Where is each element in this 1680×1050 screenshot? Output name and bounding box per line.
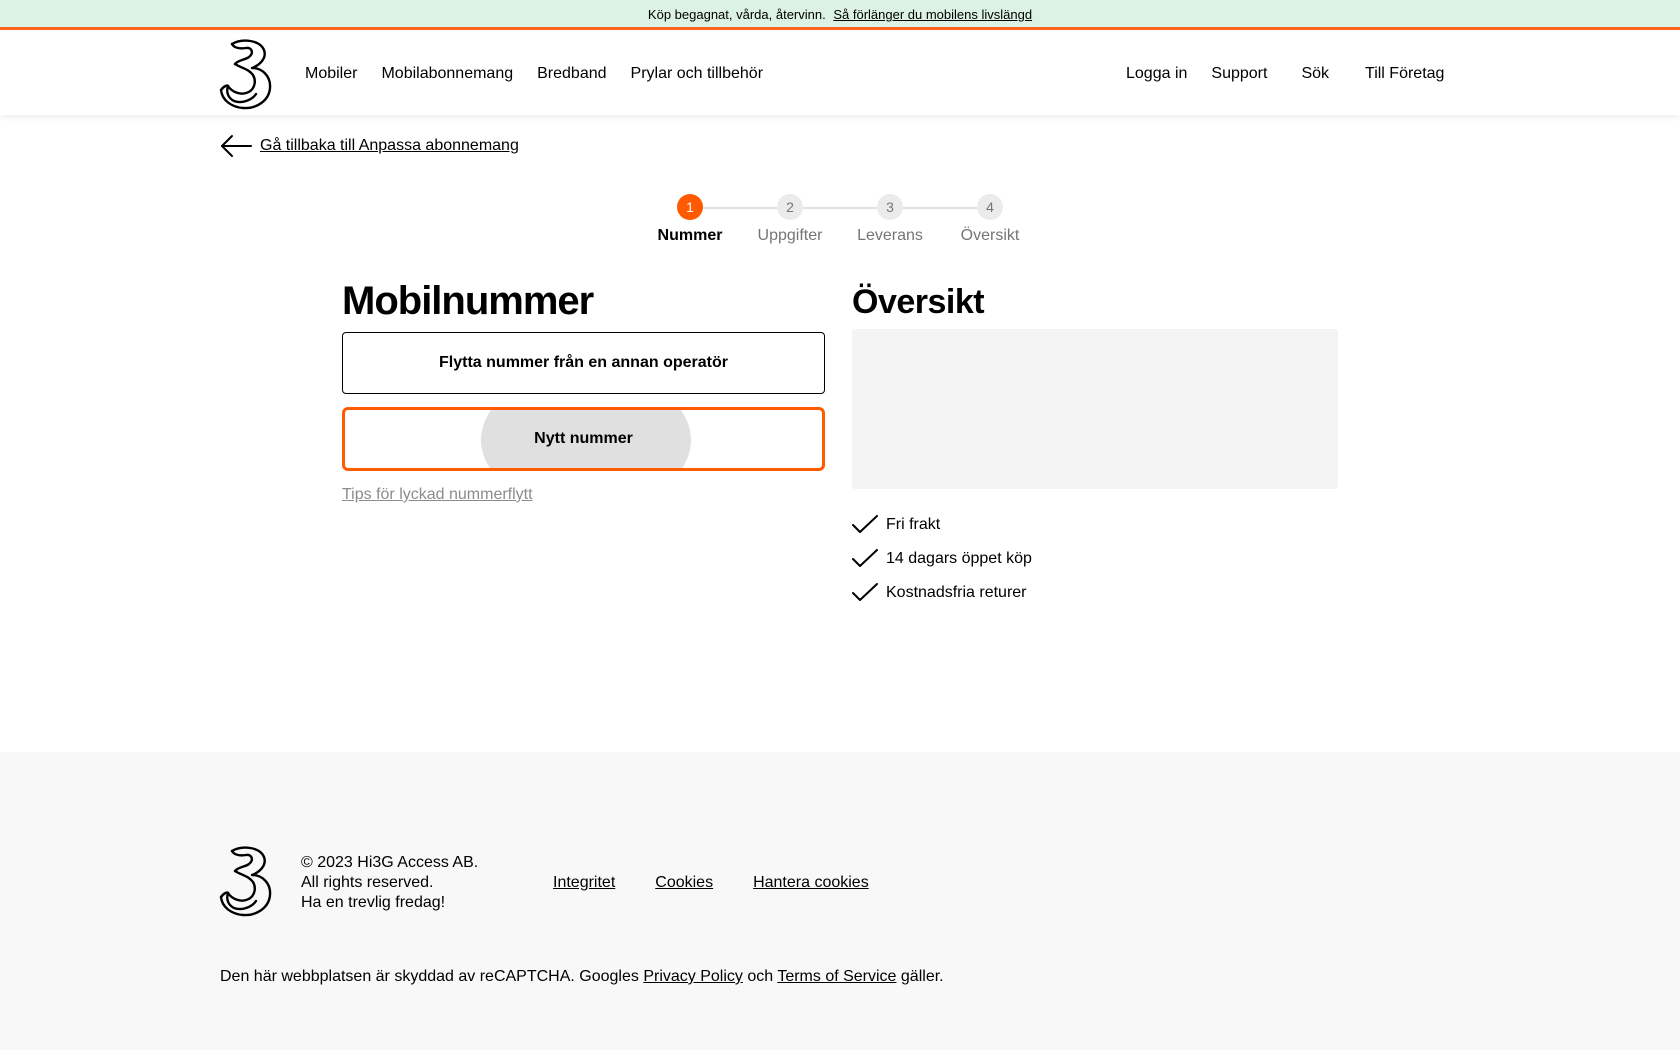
terms-of-service-link[interactable]: Terms of Service (777, 968, 896, 985)
nav-item-logga-in[interactable]: Logga in (1126, 65, 1187, 83)
number-section-title: Mobilnummer (342, 279, 594, 323)
number-section: Mobilnummer Flytta nummer från en annan … (342, 276, 825, 503)
footer-links: Integritet Cookies Hantera cookies (553, 874, 869, 892)
move-number-button[interactable]: Flytta nummer från en annan operatör (342, 332, 825, 394)
copyright-line: © 2023 Hi3G Access AB. (301, 854, 479, 871)
new-number-button[interactable]: Nytt nummer (342, 407, 825, 471)
benefit-item: 14 dagars öppet köp (852, 542, 1032, 576)
tips-link[interactable]: Tips för lyckad nummerflytt (342, 486, 533, 504)
footer-link-cookies[interactable]: Cookies (655, 874, 713, 892)
step-uppgifter: 2 Uppgifter (740, 194, 840, 245)
overview-summary-box (852, 329, 1338, 489)
recaptcha-notice: Den här webbplatsen är skyddad av reCAPT… (220, 968, 944, 986)
site-footer: © 2023 Hi3G Access AB. All rights reserv… (0, 752, 1680, 1050)
benefit-label: Kostnadsfria returer (886, 584, 1027, 601)
recaptcha-and: och (747, 968, 774, 985)
three-logo-icon[interactable] (218, 845, 276, 917)
privacy-policy-link[interactable]: Privacy Policy (643, 968, 743, 985)
benefit-item: Fri frakt (852, 508, 1032, 542)
checkmark-icon (852, 515, 878, 533)
step-oversikt: 4 Översikt (940, 194, 1040, 245)
nav-item-mobilabonnemang[interactable]: Mobilabonnemang (381, 65, 513, 83)
back-link[interactable]: Gå tillbaka till Anpassa abonnemang (220, 134, 519, 158)
copyright: © 2023 Hi3G Access AB. All rights reserv… (301, 853, 478, 913)
step-number: 4 (977, 194, 1003, 220)
recaptcha-prefix: Den här webbplatsen är skyddad av reCAPT… (220, 968, 639, 985)
overview-title: Översikt (852, 283, 985, 321)
footer-link-integritet[interactable]: Integritet (553, 874, 615, 892)
footer-link-hantera-cookies[interactable]: Hantera cookies (753, 874, 869, 892)
step-number: 1 (677, 194, 703, 220)
step-label: Översikt (960, 227, 1020, 244)
arrow-left-icon (221, 135, 252, 157)
recaptcha-suffix: gäller. (900, 968, 944, 985)
step-label: Nummer (657, 227, 723, 244)
benefit-label: 14 dagars öppet köp (886, 550, 1032, 567)
overview-section: Översikt Fri frakt 14 dagars öppet köp K… (852, 282, 1338, 601)
main-nav: Mobiler Mobilabonnemang Bredband Prylar … (305, 33, 763, 115)
step-nummer: 1 Nummer (640, 194, 740, 245)
checkmark-icon (852, 583, 878, 601)
nav-item-prylar[interactable]: Prylar och tillbehör (631, 65, 764, 83)
back-link-label: Gå tillbaka till Anpassa abonnemang (260, 137, 519, 154)
promo-bar: Köp begagnat, vårda, återvinn. Så förlän… (0, 0, 1680, 30)
step-leverans: 3 Leverans (840, 194, 940, 245)
new-number-label: Nytt nummer (534, 430, 633, 447)
step-number: 3 (877, 194, 903, 220)
promo-link[interactable]: Så förlänger du mobilens livslängd (833, 7, 1032, 22)
checkout-stepper: 1 Nummer 2 Uppgifter 3 Leverans 4 Översi… (650, 194, 1030, 254)
step-number: 2 (777, 194, 803, 220)
step-label: Leverans (857, 227, 923, 244)
nav-item-till-foretag[interactable]: Till Företag (1365, 65, 1444, 83)
benefit-item: Kostnadsfria returer (852, 576, 1032, 610)
nav-item-mobiler[interactable]: Mobiler (305, 65, 357, 83)
utility-nav: Logga in Support Sök Till Företag (1126, 33, 1444, 115)
copyright-line: Ha en trevlig fredag! (301, 894, 446, 911)
nav-item-bredband[interactable]: Bredband (537, 65, 606, 83)
benefit-label: Fri frakt (886, 516, 941, 533)
site-header: Mobiler Mobilabonnemang Bredband Prylar … (0, 33, 1680, 115)
checkmark-icon (852, 549, 878, 567)
nav-item-sok[interactable]: Sök (1301, 65, 1329, 83)
three-logo-icon[interactable] (218, 38, 276, 110)
copyright-line: All rights reserved. (301, 874, 434, 891)
nav-item-support[interactable]: Support (1211, 65, 1267, 83)
promo-text: Köp begagnat, vårda, återvinn. (647, 7, 826, 22)
benefits-list: Fri frakt 14 dagars öppet köp Kostnadsfr… (852, 508, 1032, 610)
step-label: Uppgifter (757, 227, 823, 244)
